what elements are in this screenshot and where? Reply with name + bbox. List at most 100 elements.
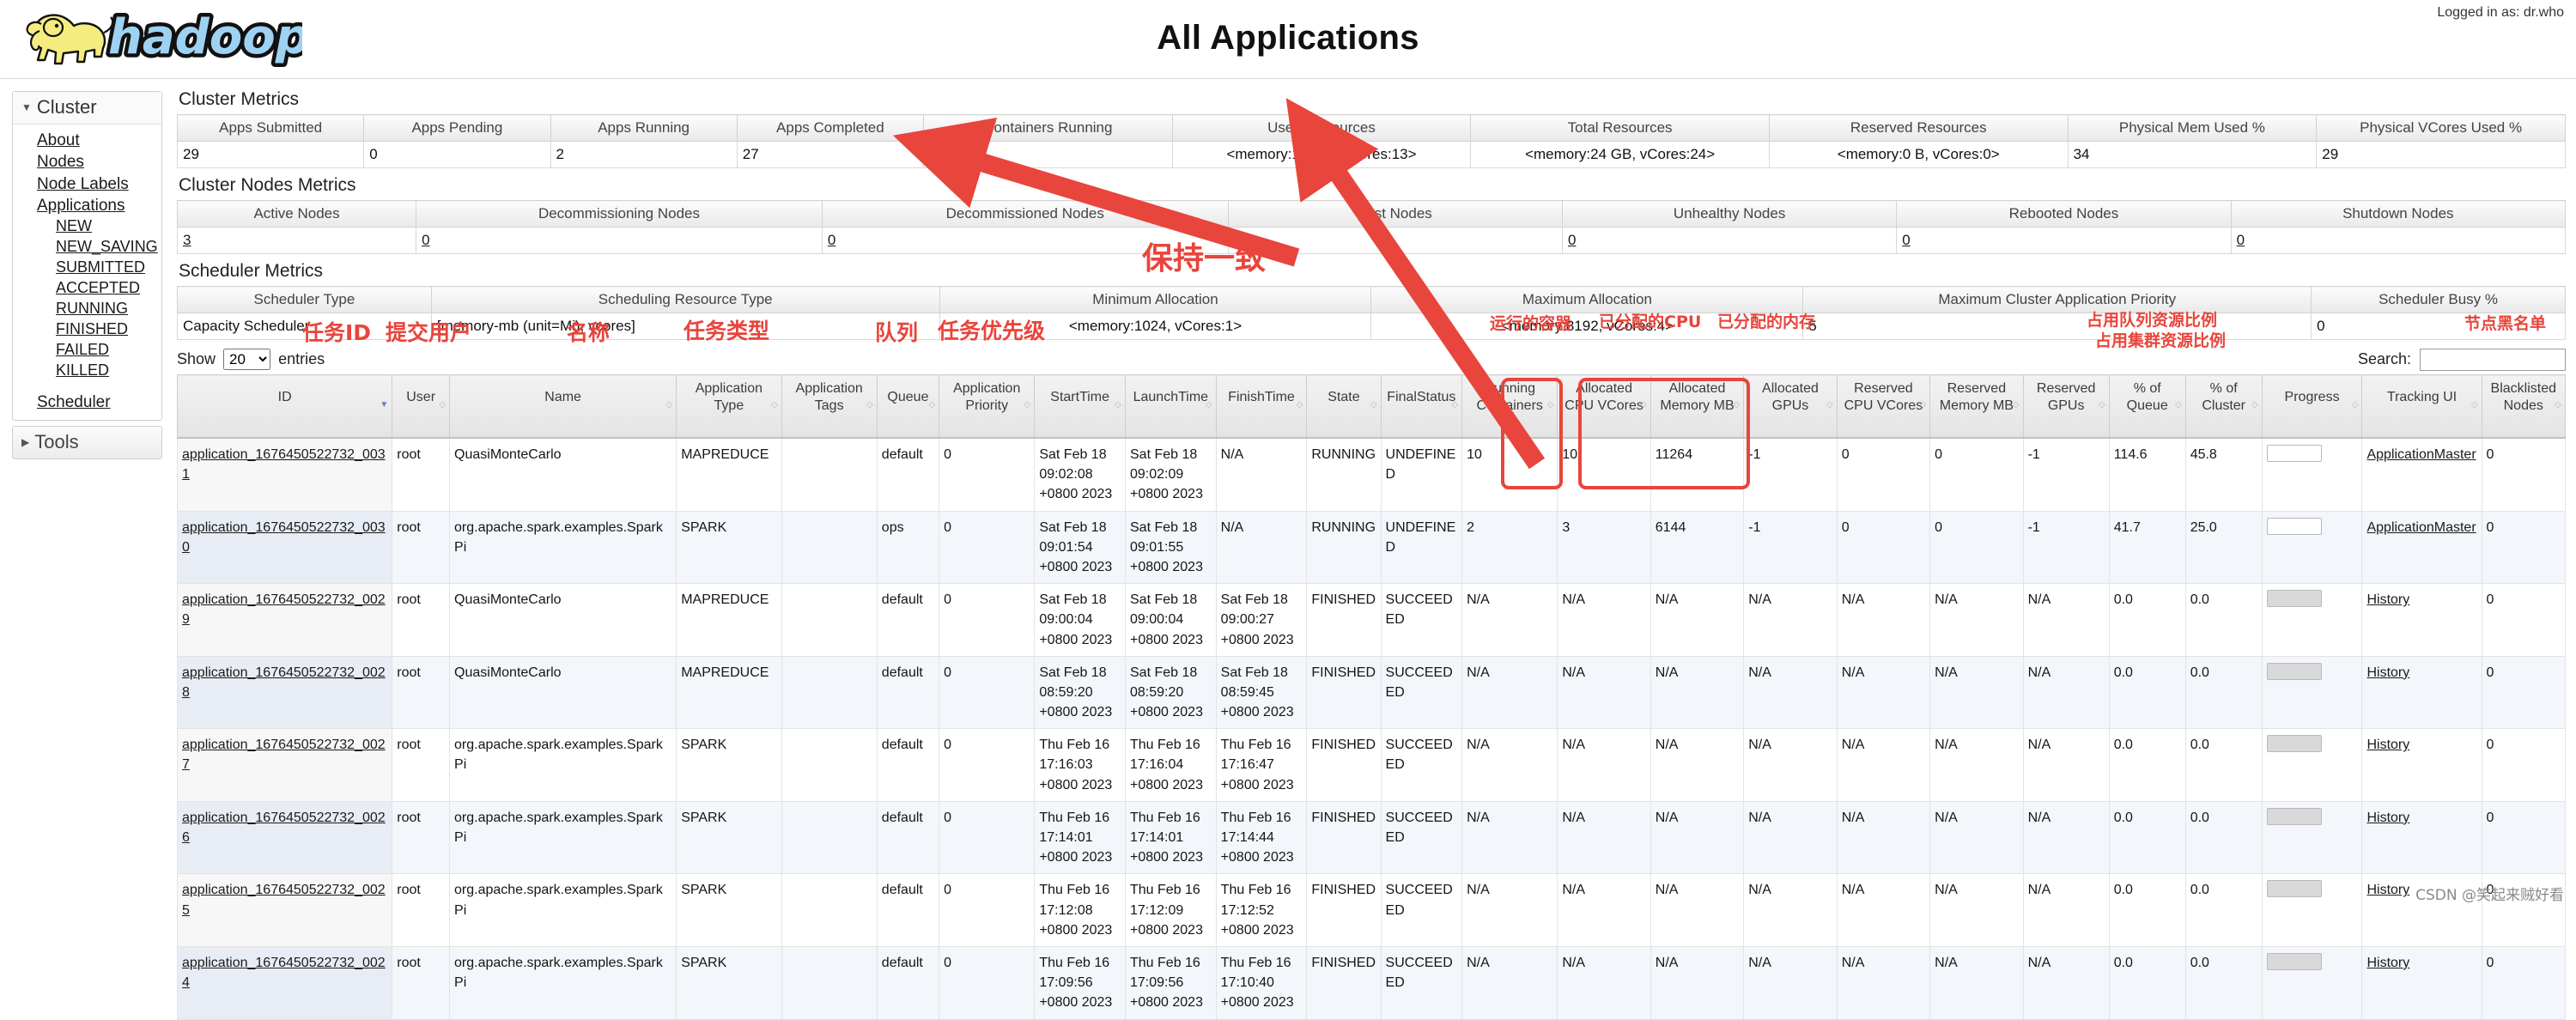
column-header-finish_time[interactable]: FinishTime ◇ [1215,374,1308,439]
column-header-label: Allocated GPUs [1762,381,1819,413]
column-header-progress[interactable]: Progress ◇ [2261,374,2363,439]
column-header-res_cpu[interactable]: Reserved CPU VCores ◇ [1836,374,1931,439]
sidebar-item-applications[interactable]: Applications [37,195,161,216]
column-header-final_status[interactable]: FinalStatus ◇ [1380,374,1463,439]
cell-res_mem: 0 [1929,437,2024,512]
cell-res_mem: N/A [1929,945,2024,1020]
node-count-link[interactable]: 3 [183,232,191,248]
application-id-link[interactable]: application_1676450522732_0030 [182,520,386,555]
cell-pct_queue: 0.0 [2108,800,2186,875]
search-input[interactable] [2420,349,2566,371]
top-header: hadoop hadoop All Applications Logged in… [0,0,2576,79]
tracking-ui-link[interactable]: ApplicationMaster [2366,447,2476,462]
column-header-app_tags[interactable]: Application Tags ◇ [781,374,878,439]
sidebar-item-failed[interactable]: FAILED [56,340,161,361]
cell-res_cpu: N/A [1836,800,1931,875]
sort-icon: ◇ [1205,400,1212,410]
sort-icon: ◇ [439,400,447,410]
column-header-blacklisted[interactable]: Blacklisted Nodes ◇ [2481,374,2567,439]
application-id-link[interactable]: application_1676450522732_0027 [182,738,386,772]
cell-pct_cluster: 0.0 [2184,583,2263,657]
node-count-link[interactable]: 0 [1568,232,1576,248]
cell-res_mem: N/A [1929,873,2024,947]
sidebar-item-scheduler[interactable]: Scheduler [37,392,161,413]
cell-pct_cluster: 45.8 [2184,437,2263,512]
sidebar-item-finished[interactable]: FINISHED [56,319,161,340]
column-header-id[interactable]: ID ▼ [176,374,393,439]
node-count-link[interactable]: 0 [828,232,835,248]
sidebar-item-running[interactable]: RUNNING [56,299,161,319]
column-header-queue[interactable]: Queue ◇ [876,374,940,439]
column-header-running_containers[interactable]: Running Containers ◇ [1461,374,1558,439]
cell-res_mem: N/A [1929,800,2024,875]
column-header-alloc_mem[interactable]: Allocated Memory MB ◇ [1649,374,1745,439]
sidebar-item-node-labels[interactable]: Node Labels [37,173,161,195]
column-header-res_gpu[interactable]: Reserved GPUs ◇ [2022,374,2110,439]
column-header-alloc_gpu[interactable]: Allocated GPUs ◇ [1743,374,1838,439]
column-header-launch_time[interactable]: LaunchTime ◇ [1125,374,1217,439]
cell-alloc_cpu: 3 [1557,510,1651,585]
metric-value: 2 [550,141,738,168]
column-header-name[interactable]: Name ◇ [449,374,677,439]
application-id-link[interactable]: application_1676450522732_0026 [182,811,386,845]
column-header-start_time[interactable]: StartTime ◇ [1034,374,1126,439]
tracking-ui-link[interactable]: History [2366,738,2409,752]
application-id-link[interactable]: application_1676450522732_0031 [182,447,386,482]
column-header-user[interactable]: User ◇ [392,374,451,439]
cell-application-id: application_1676450522732_0025 [176,873,393,947]
column-header-state[interactable]: State ◇ [1306,374,1382,439]
tracking-ui-link[interactable]: ApplicationMaster [2366,520,2476,535]
sidebar-section-cluster[interactable]: ▼ Cluster [13,92,161,124]
cell-res_gpu: N/A [2022,583,2110,657]
tracking-ui-link[interactable]: History [2366,956,2409,970]
metric-value: 34 [2067,141,2318,168]
cell-pct_cluster: 0.0 [2184,800,2263,875]
node-count-link[interactable]: 0 [1902,232,1910,248]
cell-app_priority: 0 [939,510,1036,585]
column-header-app_priority[interactable]: Application Priority ◇ [939,374,1036,439]
column-header-tracking_ui[interactable]: Tracking UI ◇ [2361,374,2482,439]
cell-pct_queue: 0.0 [2108,583,2186,657]
sidebar-item-submitted[interactable]: SUBMITTED [56,258,161,278]
tracking-ui-link[interactable]: History [2366,592,2409,607]
sidebar-section-tools[interactable]: ▶ Tools [12,425,162,459]
column-header-label: % of Cluster [2202,381,2246,413]
sort-icon: ◇ [1640,400,1647,410]
tracking-ui-link[interactable]: History [2366,883,2409,897]
column-header-pct_cluster[interactable]: % of Cluster ◇ [2184,374,2263,439]
node-count-link[interactable]: 0 [1234,232,1242,248]
metric-value: 3 [176,227,417,254]
table-header-row: Scheduler Type Scheduling Resource Type Mi… [177,286,2566,313]
cell-running_containers: N/A [1461,945,1558,1020]
column-header-pct_queue[interactable]: % of Queue ◇ [2108,374,2186,439]
cell-alloc_gpu: N/A [1743,728,1838,802]
page-size-select[interactable]: 2050100 [223,349,271,370]
column-header-res_mem[interactable]: Reserved Memory MB ◇ [1929,374,2024,439]
cell-tracking-ui: ApplicationMaster [2361,437,2482,512]
application-id-link[interactable]: application_1676450522732_0029 [182,592,386,627]
sidebar-item-nodes[interactable]: Nodes [37,151,161,173]
sidebar-item-new-saving[interactable]: NEW_SAVING [56,237,161,258]
node-count-link[interactable]: 0 [2237,232,2245,248]
application-id-link[interactable]: application_1676450522732_0024 [182,956,386,990]
tracking-ui-link[interactable]: History [2366,665,2409,680]
cell-app_type: SPARK [676,945,782,1020]
cell-application-id: application_1676450522732_0029 [176,583,393,657]
sidebar-item-new[interactable]: NEW [56,216,161,237]
column-header-alloc_cpu[interactable]: Allocated CPU VCores ◇ [1557,374,1651,439]
column-header-label: Name [544,390,581,404]
sort-icon: ◇ [2351,400,2359,410]
sidebar-item-about[interactable]: About [37,130,161,151]
cell-alloc_cpu: N/A [1557,945,1651,1020]
cell-progress [2261,873,2363,947]
sidebar-item-accepted[interactable]: ACCEPTED [56,278,161,299]
sidebar-item-killed[interactable]: KILLED [56,361,161,381]
application-id-link[interactable]: application_1676450522732_0025 [182,883,386,917]
cell-app_tags [781,728,878,802]
tracking-ui-link[interactable]: History [2366,811,2409,825]
sort-icon: ◇ [1451,400,1459,410]
node-count-link[interactable]: 0 [422,232,429,248]
column-header-app_type[interactable]: Application Type ◇ [676,374,782,439]
cell-application-id: application_1676450522732_0027 [176,728,393,802]
application-id-link[interactable]: application_1676450522732_0028 [182,665,386,700]
